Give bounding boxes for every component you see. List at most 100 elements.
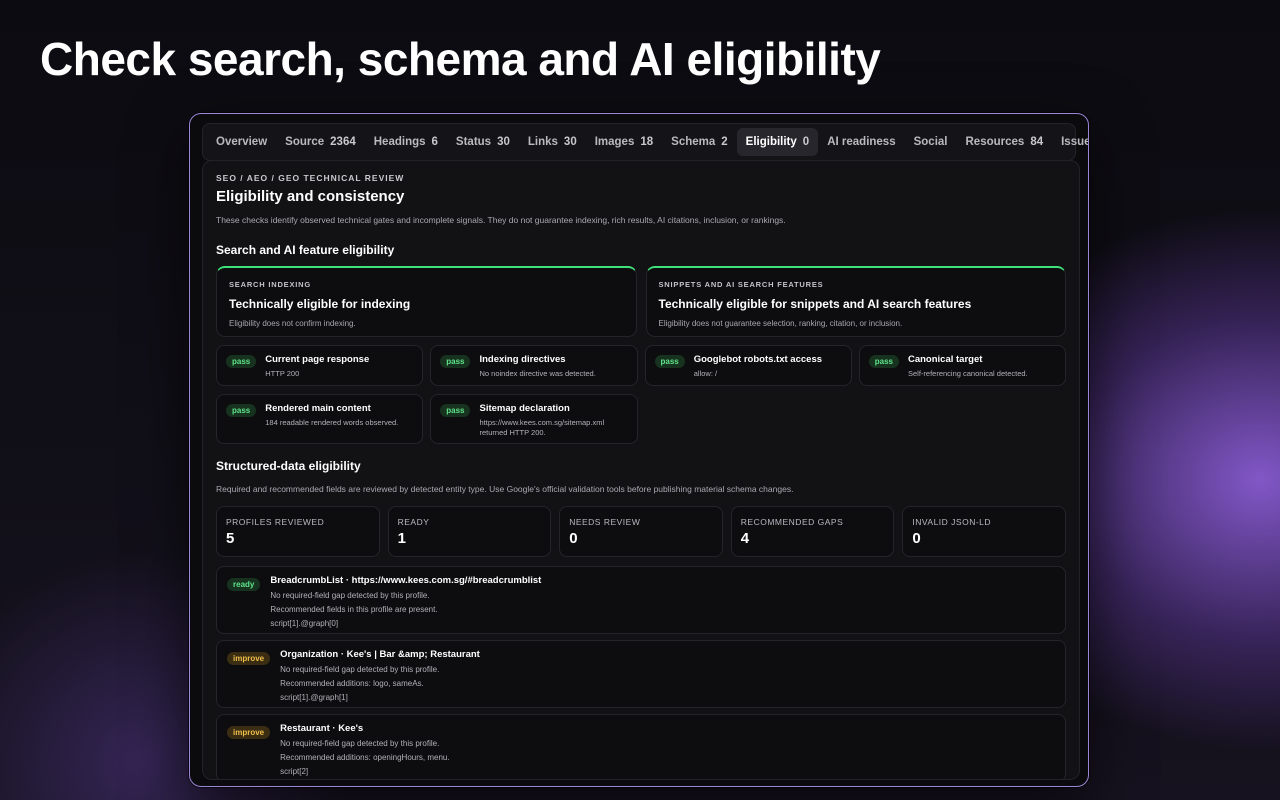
profile-title: BreadcrumbList · https://www.kees.com.sg… xyxy=(270,575,542,586)
tab-count: 0 xyxy=(802,136,810,148)
tab-label: Status xyxy=(455,136,492,148)
card-value: Technically eligible for snippets and AI… xyxy=(658,297,972,311)
tab-label: Links xyxy=(527,136,558,148)
ready-badge: ready xyxy=(227,578,261,591)
tab-schema[interactable]: Schema 2 xyxy=(662,128,737,156)
profile-item: ready BreadcrumbList · https://www.kees.… xyxy=(216,566,1066,634)
check-title: Sitemap declaration xyxy=(479,403,570,414)
eligibility-card-snippets: SNIPPETS AND AI SEARCH FEATURES Technica… xyxy=(645,266,1066,337)
eligibility-card-indexing: SEARCH INDEXING Technically eligible for… xyxy=(216,266,637,337)
profile-line: No required-field gap detected by this p… xyxy=(270,591,430,600)
card-note: Eligibility does not guarantee selection… xyxy=(658,319,903,328)
check-title: Canonical target xyxy=(907,354,983,365)
stat-label: RECOMMENDED GAPS xyxy=(740,517,844,527)
card-note: Eligibility does not confirm indexing. xyxy=(229,319,356,328)
profile-title: Restaurant · Kee's xyxy=(280,723,364,734)
tab-images[interactable]: Images 18 xyxy=(586,128,662,156)
stat-row: PROFILES REVIEWED 5 READY 1 NEEDS REVIEW 0 … xyxy=(216,506,1066,557)
tab-ai-readiness[interactable]: AI readiness xyxy=(818,128,904,156)
check-item: pass Rendered main content 184 readable r… xyxy=(216,394,424,444)
pass-badge: pass xyxy=(440,404,471,417)
tab-eligibility[interactable]: Eligibility 0 xyxy=(736,128,819,156)
tab-source[interactable]: Source 2364 xyxy=(276,128,365,156)
stat-value: 0 xyxy=(569,530,578,547)
check-detail: 184 readable rendered words observed. xyxy=(265,418,399,427)
profile-line: Recommended fields in this profile are p… xyxy=(270,605,438,614)
tab-label: Eligibility xyxy=(745,136,797,148)
eligibility-panel: SEO / AEO / GEO TECHNICAL REVIEW Eligibi… xyxy=(202,160,1080,780)
tab-label: Issues xyxy=(1061,136,1088,148)
tab-label: Headings xyxy=(373,136,426,148)
stat-ready: READY 1 xyxy=(387,506,552,557)
profile-item: improve Restaurant · Kee's No required-f… xyxy=(216,714,1066,779)
pass-badge: pass xyxy=(868,355,899,368)
stat-invalid-jsonld: INVALID JSON-LD 0 xyxy=(902,506,1066,557)
tab-label: Images xyxy=(594,136,635,148)
tab-headings[interactable]: Headings 6 xyxy=(365,128,447,156)
tab-bar: Overview Source 2364 Headings 6 Status 30 L… xyxy=(202,123,1088,161)
tab-social[interactable]: Social xyxy=(905,128,957,156)
tab-count: 2364 xyxy=(330,136,356,148)
card-key: SEARCH INDEXING xyxy=(229,280,312,289)
profile-line: Recommended additions: logo, sameAs. xyxy=(280,679,424,688)
tab-status[interactable]: Status 30 xyxy=(447,128,519,156)
pass-badge: pass xyxy=(654,355,685,368)
stat-label: PROFILES REVIEWED xyxy=(226,517,325,527)
check-detail: https://www.kees.com.sg/sitemap.xml retur… xyxy=(479,418,604,438)
page-headline: Check search, schema and AI eligibility xyxy=(40,33,881,85)
tab-count: 6 xyxy=(431,136,438,148)
stat-value: 4 xyxy=(740,530,750,547)
search-section-heading: Search and AI feature eligibility xyxy=(216,243,395,257)
check-title: Indexing directives xyxy=(479,354,566,365)
card-key: SNIPPETS AND AI SEARCH FEATURES xyxy=(658,280,824,289)
tab-label: AI readiness xyxy=(827,136,896,148)
check-detail: Self-referencing canonical detected. xyxy=(907,369,1028,378)
profile-path: script[1].@graph[1] xyxy=(280,693,348,702)
improve-badge: improve xyxy=(227,652,271,665)
tab-label: Resources xyxy=(965,136,1025,148)
profile-path: script[1].@graph[0] xyxy=(270,619,339,628)
stat-label: READY xyxy=(397,517,430,527)
tab-label: Social xyxy=(913,136,948,148)
profile-title: Organization · Kee's | Bar &amp; Restaur… xyxy=(280,649,480,660)
app-window: Overview Source 2364 Headings 6 Status 30 L… xyxy=(189,113,1089,787)
pass-badge: pass xyxy=(226,355,257,368)
tab-count: 84 xyxy=(1030,136,1044,148)
tab-links[interactable]: Links 30 xyxy=(519,128,586,156)
check-title: Googlebot robots.txt access xyxy=(693,354,823,365)
check-grid: pass Current page response HTTP 200 pass … xyxy=(216,345,1066,444)
page-title: Eligibility and consistency xyxy=(216,188,405,205)
stat-label: INVALID JSON-LD xyxy=(912,517,992,527)
check-item: pass Googlebot robots.txt access allow: / xyxy=(644,345,852,386)
profile-item: improve Organization · Kee's | Bar &amp;… xyxy=(216,640,1066,708)
tab-count: 18 xyxy=(640,136,654,148)
check-item: pass Current page response HTTP 200 xyxy=(216,345,424,386)
sitemap-url: https://www.kees.com.sg/sitemap.xml xyxy=(479,418,605,427)
review-eyebrow: SEO / AEO / GEO TECHNICAL REVIEW xyxy=(216,173,405,183)
check-detail: allow: / xyxy=(693,369,718,378)
profile-path: script[2] xyxy=(280,767,309,776)
tab-count: 2 xyxy=(721,136,728,148)
pass-badge: pass xyxy=(226,404,257,417)
check-item: pass Canonical target Self-referencing ca… xyxy=(858,345,1066,386)
stat-needs-review: NEEDS REVIEW 0 xyxy=(559,506,723,557)
stat-label: NEEDS REVIEW xyxy=(569,517,641,527)
stat-profiles-reviewed: PROFILES REVIEWED 5 xyxy=(216,506,380,557)
profile-line: No required-field gap detected by this p… xyxy=(280,665,440,674)
tab-issues[interactable]: Issues3 xyxy=(1052,128,1088,156)
check-detail: HTTP 200 xyxy=(265,369,300,378)
tab-count: 30 xyxy=(497,136,510,148)
tab-count: 30 xyxy=(563,136,577,148)
check-item: pass Indexing directives No noindex direc… xyxy=(430,345,638,386)
tab-resources[interactable]: Resources 84 xyxy=(957,128,1053,156)
review-description: These checks identify observed technical… xyxy=(216,215,786,225)
tab-overview[interactable]: Overview xyxy=(207,128,276,156)
stat-recommended-gaps: RECOMMENDED GAPS 4 xyxy=(730,506,895,557)
tab-label: Schema xyxy=(671,136,716,148)
sitemap-status: returned HTTP 200. xyxy=(479,427,546,437)
profile-line: Recommended additions: openingHours, men… xyxy=(280,753,450,762)
structured-description: Required and recommended fields are revi… xyxy=(216,484,794,494)
stat-value: 5 xyxy=(226,530,235,547)
improve-badge: improve xyxy=(227,726,271,739)
stat-value: 0 xyxy=(912,530,921,547)
